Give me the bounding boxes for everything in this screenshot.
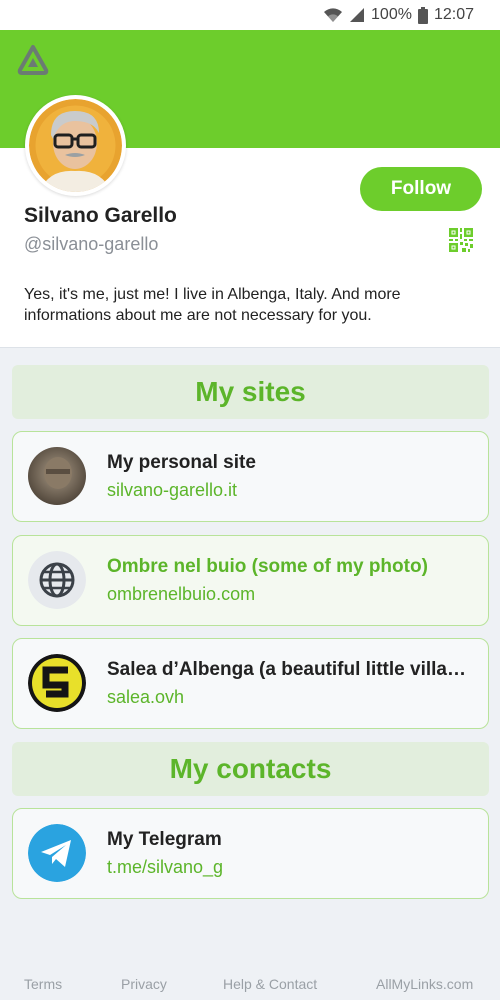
battery-icon <box>417 6 428 24</box>
globe-icon <box>28 551 86 609</box>
footer-link-brand[interactable]: AllMyLinks.com <box>376 976 473 992</box>
personal-photo-icon <box>28 447 86 505</box>
qr-code-icon[interactable] <box>449 228 473 252</box>
link-url: silvano-garello.it <box>107 480 238 500</box>
link-card-salea-albenga[interactable]: Salea d’Albenga (a beautiful little vill… <box>12 638 489 729</box>
battery-percent: 100% <box>371 6 412 23</box>
section-title-sites: My sites <box>12 365 489 419</box>
footer: Terms Privacy Help & Contact AllMyLinks.… <box>0 976 500 994</box>
telegram-icon <box>28 824 86 882</box>
link-title: My Telegram <box>107 829 222 850</box>
allmylinks-logo-icon[interactable] <box>17 44 49 76</box>
section-title-contacts: My contacts <box>12 742 489 796</box>
signal-icon <box>349 7 365 23</box>
link-title: Ombre nel buio (some of my photo) <box>107 556 428 577</box>
footer-link-terms[interactable]: Terms <box>24 976 62 992</box>
profile-handle: @silvano-garello <box>24 234 159 254</box>
link-url: ombrenelbuio.com <box>107 584 256 604</box>
link-card-personal-site[interactable]: My personal site silvano-garello.it <box>12 431 489 522</box>
profile-name: Silvano Garello <box>24 204 177 227</box>
footer-link-privacy[interactable]: Privacy <box>121 976 167 992</box>
link-card-telegram[interactable]: My Telegram t.me/silvano_g <box>12 808 489 899</box>
link-card-ombre-nel-buio[interactable]: Ombre nel buio (some of my photo) ombren… <box>12 535 489 626</box>
salea-s-logo-icon <box>28 654 86 712</box>
link-url: salea.ovh <box>107 687 185 707</box>
footer-link-help-contact[interactable]: Help & Contact <box>223 976 317 992</box>
link-title: My personal site <box>107 452 256 473</box>
wifi-icon <box>323 7 343 23</box>
link-url: t.me/silvano_g <box>107 857 224 877</box>
link-title: Salea d’Albenga (a beautiful little vill… <box>107 659 466 680</box>
status-bar: 100% 12:07 <box>0 0 500 30</box>
avatar <box>25 95 126 196</box>
profile-bio: Yes, it's me, just me! I live in Albenga… <box>24 286 401 324</box>
clock: 12:07 <box>433 6 474 23</box>
follow-button[interactable]: Follow <box>360 167 482 211</box>
